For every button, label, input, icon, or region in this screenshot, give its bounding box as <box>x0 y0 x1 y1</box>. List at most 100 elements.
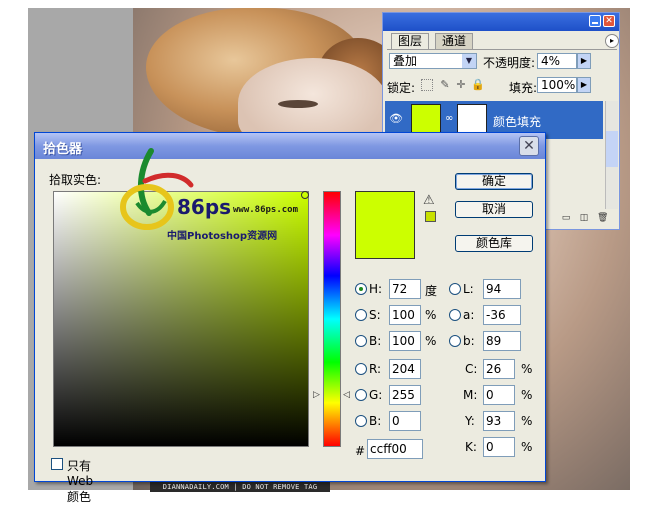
layers-scrollbar[interactable] <box>605 101 618 209</box>
tab-layers[interactable]: 图层 <box>391 33 430 49</box>
cyan-label: C: <box>465 362 478 376</box>
green-label: G: <box>369 388 383 402</box>
gamut-color-swatch[interactable] <box>425 211 436 222</box>
layers-titlebar: ✕ <box>383 13 619 31</box>
magenta-label: M: <box>463 388 478 402</box>
red-label: R: <box>369 362 382 376</box>
close-button[interactable]: ✕ <box>519 136 539 156</box>
lab-l-radio[interactable] <box>449 283 461 295</box>
lab-a-input[interactable]: -36 <box>483 305 521 325</box>
blue-label: B: <box>369 414 382 428</box>
ok-button[interactable]: 确定 <box>455 173 533 190</box>
cancel-button[interactable]: 取消 <box>455 201 533 218</box>
opacity-input[interactable]: 4% <box>537 53 577 69</box>
new-layer-icon[interactable]: ◫ <box>579 213 589 223</box>
opacity-slider-arrow-icon[interactable]: ▶ <box>577 53 591 69</box>
hue-label: H: <box>369 282 383 296</box>
new-group-icon[interactable]: ▭ <box>561 213 571 223</box>
black-input[interactable]: 0 <box>483 437 515 457</box>
cyan-unit: % <box>521 362 533 376</box>
saturation-input[interactable]: 100 <box>389 305 421 325</box>
hex-input[interactable]: ccff00 <box>367 439 423 459</box>
rgb-group: R: 204 G: 255 B: 0 <box>355 359 445 439</box>
black-label: K: <box>465 440 477 454</box>
hue-slider-right-handle-icon[interactable]: ◁ <box>343 390 350 400</box>
minimize-button[interactable] <box>589 15 601 27</box>
opacity-label: 不透明度: <box>483 56 536 70</box>
yellow-unit: % <box>521 414 533 428</box>
fill-input[interactable]: 100% <box>537 77 577 93</box>
lab-b-label: b: <box>463 334 475 348</box>
layers-tab-bar: 图层 通道 ▸ <box>387 33 619 50</box>
web-colors-only-checkbox[interactable] <box>51 458 63 470</box>
blend-mode-value: 叠加 <box>393 54 418 68</box>
saturation-radio[interactable] <box>355 309 367 321</box>
lab-a-radio[interactable] <box>449 309 461 321</box>
magenta-input[interactable]: 0 <box>483 385 515 405</box>
hue-unit: 度 <box>425 284 438 298</box>
color-library-button[interactable]: 颜色库 <box>455 235 533 252</box>
fill-slider-arrow-icon[interactable]: ▶ <box>577 77 591 93</box>
red-radio[interactable] <box>355 363 367 375</box>
lab-l-input[interactable]: 94 <box>483 279 521 299</box>
eye-icon[interactable]: 👁 <box>389 113 403 125</box>
new-color-swatch <box>355 191 415 259</box>
brightness-label: B: <box>369 334 382 348</box>
portrait-eye <box>278 100 318 108</box>
layer-mask-thumbnail[interactable] <box>457 104 487 134</box>
lock-position-icon[interactable]: ✛ <box>455 79 467 91</box>
link-icon[interactable]: ∞ <box>445 113 453 124</box>
lock-all-icon[interactable]: 🔒 <box>471 79 485 91</box>
web-colors-only-label: 只有 Web 颜色 <box>67 459 94 504</box>
brightness-unit: % <box>425 334 437 348</box>
gamut-warning-icon[interactable]: ⚠ <box>423 193 435 208</box>
panel-menu-icon[interactable]: ▸ <box>605 34 619 48</box>
tab-channels[interactable]: 通道 <box>435 33 474 49</box>
watermark-url: www.86ps.com <box>233 205 299 215</box>
cyan-input[interactable]: 26 <box>483 359 515 379</box>
saturation-unit: % <box>425 308 437 322</box>
lab-l-label: L: <box>463 282 474 296</box>
hue-input[interactable]: 72 <box>389 279 421 299</box>
green-input[interactable]: 255 <box>389 385 421 405</box>
lock-transparency-icon[interactable] <box>421 79 433 91</box>
blend-mode-select[interactable]: 叠加 ▼ <box>389 53 477 69</box>
lab-a-label: a: <box>463 308 475 322</box>
lock-label: 锁定: <box>387 81 416 95</box>
yellow-label: Y: <box>465 414 475 428</box>
black-unit: % <box>521 440 533 454</box>
blue-input[interactable]: 0 <box>389 411 421 431</box>
lab-group: L: 94 a: -36 b: 89 <box>449 279 539 359</box>
layer-name[interactable]: 颜色填充 <box>493 113 541 130</box>
red-input[interactable]: 204 <box>389 359 421 379</box>
chevron-down-icon[interactable]: ▼ <box>462 54 476 68</box>
watermark-subtitle: 中国Photoshop资源网 <box>167 231 278 242</box>
hex-label: # <box>355 444 366 458</box>
cmyk-group: C: 26 % M: 0 % Y: 93 % K: 0 % <box>459 359 541 469</box>
saturation-label: S: <box>369 308 381 322</box>
footer-watermark-tag: DIANNADAILY.COM | DO NOT REMOVE TAG <box>150 482 330 492</box>
dialog-title: 拾色器 <box>43 142 83 157</box>
close-button[interactable]: ✕ <box>603 15 615 27</box>
hue-slider[interactable] <box>323 191 341 447</box>
brightness-input[interactable]: 100 <box>389 331 421 351</box>
hue-slider-left-handle-icon[interactable]: ▷ <box>313 390 320 400</box>
green-radio[interactable] <box>355 389 367 401</box>
yellow-input[interactable]: 93 <box>483 411 515 431</box>
watermark-brand: 86ps <box>177 195 232 219</box>
lab-b-input[interactable]: 89 <box>483 331 521 351</box>
brightness-radio[interactable] <box>355 335 367 347</box>
picker-prompt: 拾取实色: <box>49 173 102 187</box>
close-icon: ✕ <box>523 138 535 154</box>
lock-pixels-icon[interactable]: ✎ <box>439 79 451 91</box>
hue-radio[interactable] <box>355 283 367 295</box>
site-watermark: 86ps www.86ps.com 中国Photoshop资源网 <box>111 141 343 261</box>
lab-b-radio[interactable] <box>449 335 461 347</box>
color-picker-dialog: 拾色器 ✕ 拾取实色: 86ps www.86ps.com 中国Photosho… <box>34 132 546 504</box>
scrollbar-thumb[interactable] <box>606 131 618 167</box>
magenta-unit: % <box>521 388 533 402</box>
layer-fill-thumbnail[interactable] <box>411 104 441 134</box>
blue-radio[interactable] <box>355 415 367 427</box>
fill-label: 填充: <box>509 81 538 95</box>
trash-icon[interactable]: 🗑 <box>597 213 608 223</box>
